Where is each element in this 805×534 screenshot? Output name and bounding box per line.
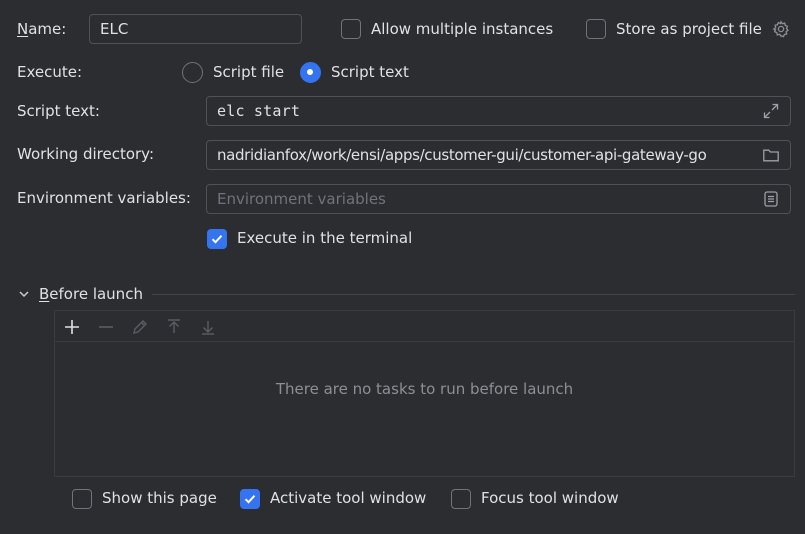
allow-multiple-checkbox[interactable] xyxy=(341,19,361,39)
before-launch-mnemonic: B xyxy=(39,285,50,303)
working-directory-field[interactable]: nadridianfox/work/ensi/apps/customer-gui… xyxy=(206,140,791,170)
activate-tool-label: Activate tool window xyxy=(270,489,427,507)
execute-terminal-label: Execute in the terminal xyxy=(237,229,413,247)
remove-icon[interactable] xyxy=(97,318,115,336)
script-text-field[interactable]: elc start xyxy=(206,96,791,126)
name-label-mnemonic: N xyxy=(17,20,29,38)
before-launch-rest: efore launch xyxy=(49,285,143,303)
script-file-label: Script file xyxy=(213,63,285,81)
move-up-icon[interactable] xyxy=(165,318,183,336)
document-list-icon[interactable] xyxy=(762,190,780,208)
working-directory-label: Working directory: xyxy=(17,145,155,163)
before-launch-toolbar xyxy=(55,311,794,342)
script-text-label: Script text: xyxy=(17,102,100,120)
before-launch-divider xyxy=(152,294,795,295)
name-label: Name: xyxy=(17,20,66,38)
script-text-radio[interactable] xyxy=(300,62,321,83)
chevron-down-icon[interactable] xyxy=(17,287,31,301)
store-project-checkbox[interactable] xyxy=(586,19,606,39)
env-vars-placeholder: Environment variables xyxy=(217,190,386,208)
name-label-rest: ame: xyxy=(28,20,67,38)
env-vars-label: Environment variables: xyxy=(17,189,191,207)
allow-multiple-label: Allow multiple instances xyxy=(371,20,554,38)
move-down-icon[interactable] xyxy=(199,318,217,336)
folder-icon[interactable] xyxy=(762,146,780,164)
gear-icon[interactable] xyxy=(772,20,790,38)
focus-tool-checkbox[interactable] xyxy=(451,489,471,509)
add-icon[interactable] xyxy=(63,318,81,336)
show-page-label: Show this page xyxy=(102,489,217,507)
name-field[interactable]: ELC xyxy=(89,14,302,44)
before-launch-title[interactable]: Before launch xyxy=(39,285,143,303)
script-text-option-label: Script text xyxy=(331,63,409,81)
focus-tool-label: Focus tool window xyxy=(481,489,619,507)
working-directory-value: nadridianfox/work/ensi/apps/customer-gui… xyxy=(217,146,707,164)
name-value: ELC xyxy=(100,20,129,38)
show-page-checkbox[interactable] xyxy=(72,489,92,509)
expand-icon[interactable] xyxy=(762,102,780,120)
empty-tasks-message: There are no tasks to run before launch xyxy=(275,380,574,398)
edit-icon[interactable] xyxy=(131,318,149,336)
before-launch-panel: There are no tasks to run before launch xyxy=(54,310,795,477)
script-file-radio[interactable] xyxy=(182,62,203,83)
env-vars-field[interactable]: Environment variables xyxy=(206,184,791,214)
activate-tool-checkbox[interactable] xyxy=(240,489,260,509)
execute-terminal-checkbox[interactable] xyxy=(207,229,227,249)
script-text-value: elc start xyxy=(217,102,301,120)
execute-label: Execute: xyxy=(17,63,83,81)
store-project-label: Store as project file xyxy=(616,20,762,38)
